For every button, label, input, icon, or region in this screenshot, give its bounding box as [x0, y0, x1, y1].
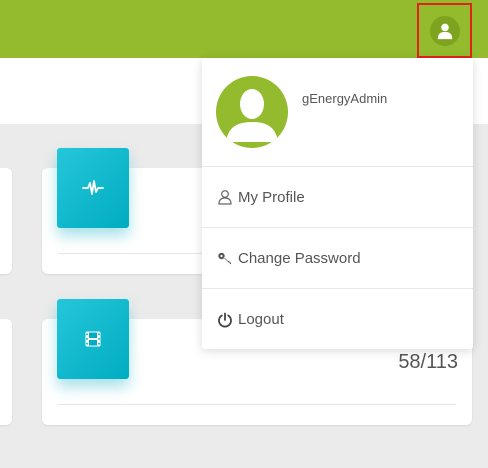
top-navbar	[0, 0, 488, 58]
user-icon	[226, 89, 278, 142]
menu-item-my-profile[interactable]: My Profile	[202, 167, 473, 228]
key-icon	[216, 249, 234, 267]
profile-avatar	[216, 76, 288, 148]
menu-item-label: My Profile	[238, 188, 305, 206]
card-partial	[0, 319, 12, 425]
pulse-icon	[82, 180, 104, 195]
stat-tile-activity	[57, 148, 129, 228]
stat-tile-media	[57, 299, 129, 379]
dropdown-header: gEnergyAdmin	[202, 58, 473, 167]
user-icon	[437, 23, 452, 39]
film-icon	[85, 331, 101, 347]
user-avatar	[429, 15, 460, 46]
menu-item-label: Logout	[238, 311, 284, 328]
user-menu-button[interactable]	[417, 3, 472, 58]
user-icon	[216, 188, 234, 206]
card-divider	[58, 404, 456, 405]
menu-item-logout[interactable]: Logout	[202, 289, 473, 350]
card-partial	[0, 168, 12, 274]
stat-card-value: 58/113	[398, 351, 458, 373]
profile-username: gEnergyAdmin	[302, 91, 388, 106]
user-dropdown-menu: gEnergyAdmin My Profile Change Password	[202, 58, 473, 349]
menu-item-change-password[interactable]: Change Password	[202, 228, 473, 289]
menu-item-label: Change Password	[238, 249, 361, 267]
power-icon	[216, 311, 234, 329]
